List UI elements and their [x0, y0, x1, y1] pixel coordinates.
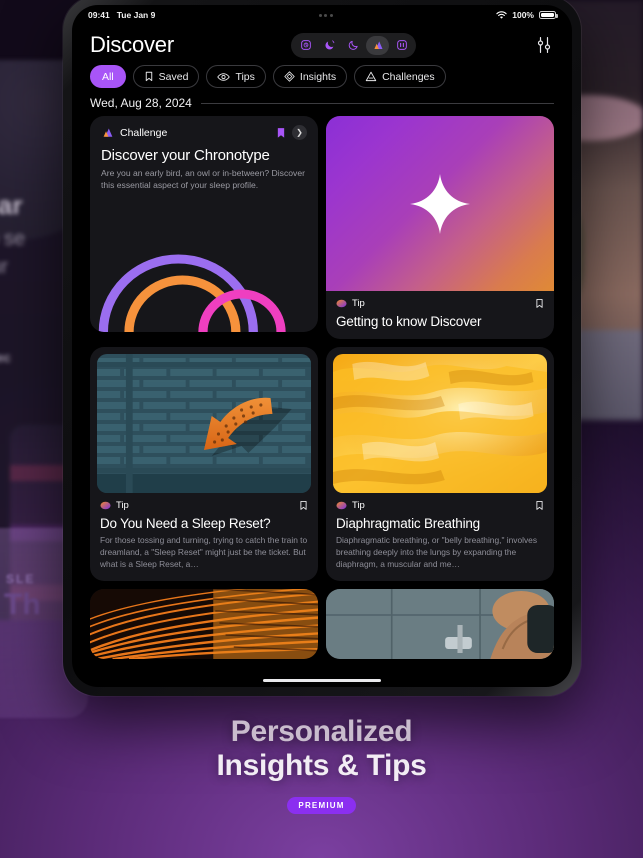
tip-eye-icon	[100, 501, 111, 510]
mountain-peak-icon	[374, 41, 383, 49]
challenge-card-title: Discover your Chronotype	[101, 147, 270, 164]
promo-text-block: Personalized Insights & Tips PREMIUM	[0, 715, 643, 814]
card-description: For those tossing and turning, trying to…	[100, 535, 308, 569]
card-label: Tip	[352, 500, 365, 511]
bar-chart-icon	[397, 40, 407, 50]
challenge-card-label: Challenge	[120, 126, 168, 139]
status-bar-battery-percent: 100%	[512, 10, 534, 20]
segment-stats[interactable]	[390, 36, 413, 55]
premium-badge: PREMIUM	[287, 796, 356, 814]
content-grid: Challenge ❯ Discover your Chronotype Are…	[72, 116, 572, 581]
card-image-yellow-fabric	[333, 354, 547, 493]
status-bar-date: Tue Jan 9	[116, 10, 156, 20]
tip-card-discover[interactable]: Tip Getting to know Discover	[326, 116, 554, 339]
filter-chips: All Saved Tips Insights Challenges	[72, 63, 572, 88]
filter-chip-label: All	[102, 70, 114, 83]
moon-sound-icon	[325, 40, 335, 50]
status-bar-time: 09:41	[88, 10, 110, 20]
filter-chip-challenges[interactable]: Challenges	[354, 65, 446, 88]
app-header: Discover	[72, 25, 572, 63]
promo-headline-line2: Insights & Tips	[216, 749, 427, 783]
battery-full-icon	[539, 10, 558, 20]
background-left-text-1: ou a lar	[0, 190, 23, 220]
home-indicator	[263, 678, 381, 682]
tablet-device-frame: 09:41 Tue Jan 9 100% Discover All Saved …	[63, 0, 581, 696]
sliders-icon[interactable]	[534, 35, 554, 55]
bookmark-outline-icon[interactable]	[299, 500, 308, 511]
filter-chip-insights[interactable]: Insights	[272, 65, 348, 88]
partial-cards-row	[72, 588, 572, 659]
card-label: Tip	[352, 298, 365, 309]
segment-moon[interactable]	[342, 36, 365, 55]
wifi-icon	[496, 10, 507, 19]
filter-chip-saved[interactable]: Saved	[132, 65, 200, 88]
crescent-moon-icon	[348, 40, 358, 50]
tip-card-breathing[interactable]: Tip Diaphragmatic Breathing Diaphragmati…	[326, 347, 554, 581]
challenge-card-description: Are you an early bird, an owl or in-betw…	[101, 168, 305, 190]
tablet-screen: 09:41 Tue Jan 9 100% Discover All Saved …	[72, 5, 572, 687]
card-label: Tip	[116, 500, 129, 511]
segmented-control[interactable]	[291, 32, 417, 58]
status-bar: 09:41 Tue Jan 9 100%	[72, 5, 572, 25]
bookmark-icon	[145, 71, 152, 82]
card-title: Do You Need a Sleep Reset?	[100, 516, 271, 531]
background-lower-eyebrow: SLE	[6, 572, 36, 586]
filter-chip-label: Tips	[235, 70, 255, 83]
bookmark-outline-icon[interactable]	[535, 298, 544, 309]
bookmark-filled-icon[interactable]	[276, 127, 286, 139]
segment-alarm[interactable]	[294, 36, 317, 55]
alarm-clock-icon	[301, 40, 311, 50]
filter-chip-label: Challenges	[382, 70, 435, 83]
background-left-text-2: 7 sleep se	[0, 228, 26, 250]
background-left-text-4: sessions rec	[0, 350, 11, 365]
date-divider-label: Wed, Aug 28, 2024	[90, 96, 192, 110]
segment-discover[interactable]	[366, 35, 390, 55]
background-left-text-3: mine your	[0, 256, 8, 278]
challenge-card-header: Challenge ❯	[101, 125, 307, 140]
filter-chip-label: Insights	[299, 70, 337, 83]
diamond-icon	[284, 71, 295, 82]
triangle-icon	[365, 71, 377, 82]
sparkle-icon	[410, 173, 470, 234]
segment-moon-sound[interactable]	[318, 36, 341, 55]
page-title: Discover	[90, 32, 174, 57]
dynamic-island-dots	[155, 13, 496, 17]
filter-chip-all[interactable]: All	[90, 65, 126, 88]
card-description: Diaphragmatic breathing, or "belly breat…	[336, 535, 538, 569]
chronotype-arcs-graphic	[90, 240, 318, 332]
bookmark-outline-icon[interactable]	[535, 500, 544, 511]
chevron-right-icon[interactable]: ❯	[292, 125, 307, 140]
filter-chip-label: Saved	[158, 70, 189, 83]
tip-eye-icon	[336, 299, 347, 308]
mountain-peak-icon	[103, 128, 113, 137]
card-title: Diaphragmatic Breathing	[336, 516, 480, 531]
partial-card-gym[interactable]	[326, 588, 554, 659]
tip-eye-icon	[336, 501, 347, 510]
card-title: Getting to know Discover	[336, 314, 482, 329]
date-divider: Wed, Aug 28, 2024	[72, 88, 572, 116]
background-lower-title: Th	[4, 588, 41, 621]
tip-card-sleep-reset[interactable]: Tip Do You Need a Sleep Reset? For those…	[90, 347, 318, 581]
challenge-card[interactable]: Challenge ❯ Discover your Chronotype Are…	[90, 116, 318, 332]
filter-chip-tips[interactable]: Tips	[206, 65, 266, 88]
card-image-brick-wall-arrow	[97, 354, 311, 493]
partial-card-orange-stripes[interactable]	[90, 588, 318, 659]
promo-headline-line1: Personalized	[230, 715, 413, 748]
date-divider-line	[200, 102, 554, 104]
card-image-gradient-sparkle	[326, 116, 554, 291]
eye-icon	[217, 72, 231, 81]
